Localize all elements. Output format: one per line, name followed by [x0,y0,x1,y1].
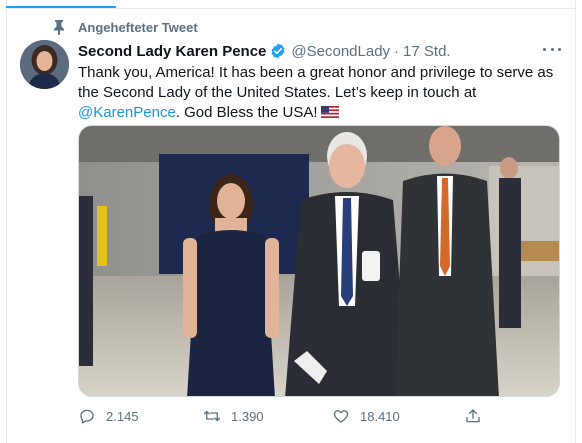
heart-icon [333,410,349,423]
pinned-tweet-indicator: Angehefteter Tweet [52,18,198,36]
author-name[interactable]: Second Lady Karen Pence [78,43,266,60]
tweet-text: Thank you, America! It has been a great … [78,63,568,123]
timestamp[interactable]: 17 Std. [403,43,451,60]
avatar[interactable] [20,40,69,89]
pinned-label: Angehefteter Tweet [78,19,198,35]
author-handle[interactable]: @SecondLady [291,43,390,60]
us-flag-icon [320,106,339,118]
divider [6,8,576,9]
tweet-text-part2: . God Bless the USA! [175,104,318,121]
like-count: 18.410 [360,408,400,424]
tweet-text-part1: Thank you, America! It has been a great … [78,64,554,101]
retweet-button[interactable]: 1.390 [203,406,264,426]
mention-link[interactable]: @KarenPence [78,104,176,121]
separator-dot: · [394,42,400,60]
reply-count: 2.145 [106,408,139,424]
reply-icon [80,409,94,424]
share-icon [466,409,480,423]
tweet-actions: 2.145 1.390 18.410 [78,406,498,426]
share-button[interactable] [464,406,482,426]
retweet-icon [203,410,221,422]
more-options-icon[interactable] [543,42,561,56]
verified-badge-icon [271,43,285,59]
tweet-photo[interactable] [78,125,560,397]
retweet-count: 1.390 [231,408,264,424]
reply-button[interactable]: 2.145 [78,406,139,426]
like-button[interactable]: 18.410 [332,406,400,426]
tweet-header: Second Lady Karen Pence @SecondLady · 17… [78,41,451,61]
pin-icon [54,20,64,35]
